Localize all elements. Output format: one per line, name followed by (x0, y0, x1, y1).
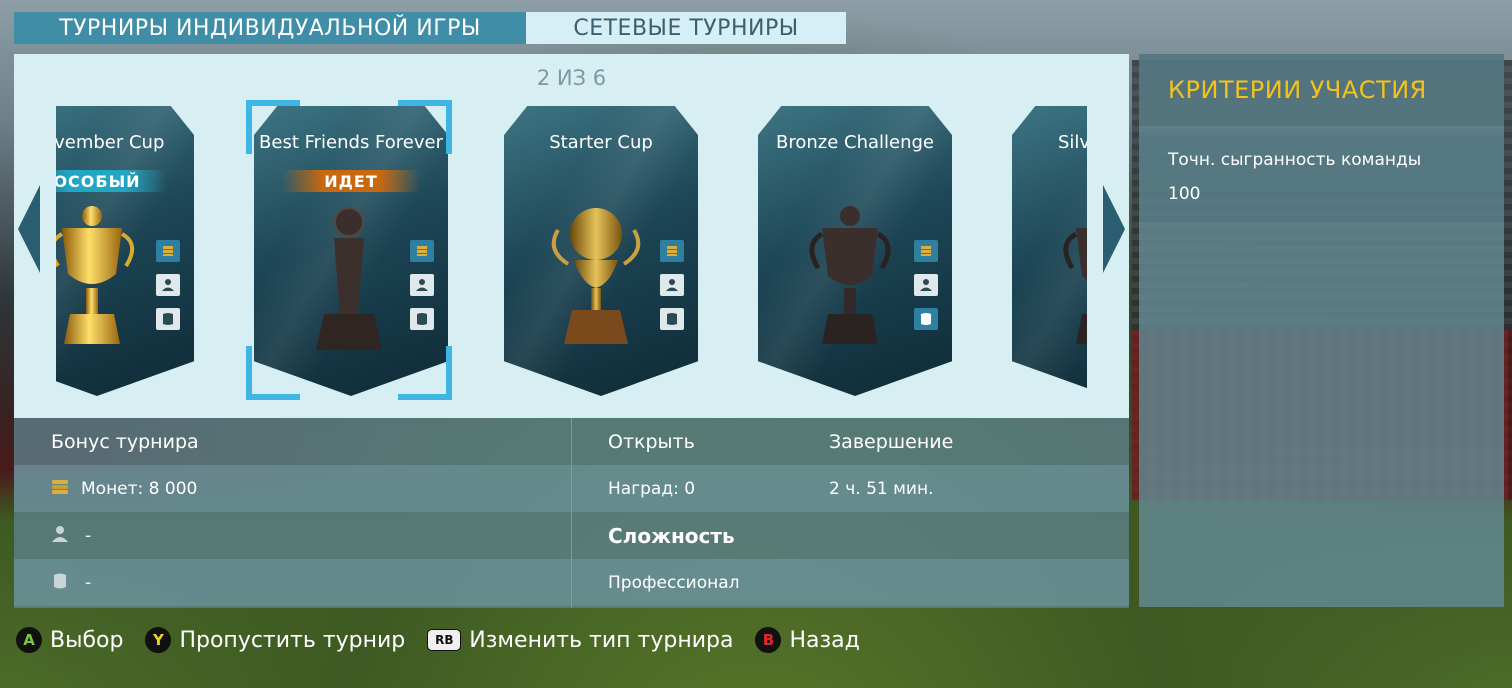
hint-back[interactable]: B Назад (755, 627, 860, 653)
bonus-player-row: - (14, 512, 571, 559)
carousel-next-arrow-icon[interactable] (1103, 185, 1125, 273)
bonus-coins-value: Монет: 8 000 (81, 478, 198, 499)
b-button-icon: B (755, 627, 782, 653)
y-button-icon: Y (145, 627, 172, 653)
tournament-card[interactable]: Silver (1012, 106, 1087, 396)
hint-label: Изменить тип турнира (469, 627, 734, 653)
open-end-header-row: Открыть Завершение (572, 418, 1129, 465)
end-header: Завершение (829, 430, 954, 453)
selection-corner-bottom-left-icon (246, 346, 300, 400)
kit-icon (410, 308, 434, 330)
open-header: Открыть (608, 430, 695, 453)
open-end-value-row: Наград: 0 2 ч. 51 мин. (572, 465, 1129, 512)
card-badge-ongoing: ИДЕТ (282, 170, 420, 192)
player-icon (14, 525, 69, 547)
hint-label: Назад (789, 627, 860, 653)
tournament-card[interactable]: Bronze Challenge (758, 106, 952, 396)
card-badge-special: ОСОБЫЙ (56, 170, 166, 192)
hint-skip-tournament[interactable]: Y Пропустить турнир (145, 627, 405, 653)
difficulty-header: Сложность (608, 523, 735, 548)
selection-corner-top-right-icon (398, 100, 452, 154)
criteria-label: Точн. сыгранность команды (1168, 150, 1422, 170)
card-title: Bronze Challenge (775, 132, 934, 153)
details-right-column: Открыть Завершение Наград: 0 2 ч. 51 мин… (572, 418, 1129, 608)
card-title: Starter Cup (549, 132, 653, 153)
selection-corner-bottom-right-icon (398, 346, 452, 400)
tab-online[interactable]: СЕТЕВЫЕ ТУРНИРЫ (526, 12, 846, 44)
tab-single-player[interactable]: ТУРНИРЫ ИНДИВИДУАЛЬНОЙ ИГРЫ (14, 12, 526, 44)
card-title: Silver (1058, 132, 1087, 153)
player-icon (410, 274, 434, 296)
coins-icon (14, 478, 69, 500)
criteria-value: 100 (1168, 184, 1201, 204)
criteria-header: КРИТЕРИИ УЧАСТИЯ (1139, 54, 1504, 126)
difficulty-value: Профессионал (608, 572, 740, 593)
button-hints-bar: A Выбор Y Пропустить турнир RB Изменить … (16, 624, 882, 656)
criteria-title: КРИТЕРИИ УЧАСТИЯ (1168, 76, 1427, 104)
dark-trophy-icon (316, 207, 382, 350)
a-button-icon: A (16, 627, 42, 653)
end-value: 2 ч. 51 мин. (829, 478, 934, 499)
player-icon (914, 274, 938, 296)
coins-icon (660, 240, 684, 262)
selection-corner-top-left-icon (246, 100, 300, 154)
tournament-details-panel: Бонус турнира Монет: 8 000 - - Открыть З… (14, 418, 1129, 608)
tournament-card[interactable]: Starter Cup (504, 106, 698, 396)
tournament-type-tabs: ТУРНИРЫ ИНДИВИДУАЛЬНОЙ ИГРЫ СЕТЕВЫЕ ТУРН… (14, 12, 846, 44)
criteria-panel: КРИТЕРИИ УЧАСТИЯ Точн. сыгранность коман… (1139, 54, 1504, 607)
difficulty-header-row: Сложность (572, 512, 1129, 559)
bonus-header-row: Бонус турнира (14, 418, 571, 465)
cards-viewport: November Cup ОСОБЫЙ (56, 54, 1087, 418)
card-title: November Cup (56, 132, 165, 153)
tournament-carousel: 2 ИЗ 6 November Cup ОСОБЫЙ (14, 54, 1129, 418)
kit-icon (660, 308, 684, 330)
bonus-header: Бонус турнира (51, 430, 199, 453)
dark-cup-trophy-icon (809, 206, 891, 344)
hint-label: Пропустить турнир (179, 627, 406, 653)
criteria-item: Точн. сыгранность команды 100 (1139, 136, 1504, 222)
kit-icon (14, 572, 67, 594)
difficulty-value-row: Профессионал (572, 559, 1129, 606)
hint-select[interactable]: A Выбор (16, 627, 123, 653)
kit-icon (156, 308, 180, 330)
gold-trophy-icon (56, 206, 134, 344)
player-icon (660, 274, 684, 296)
rb-button-icon: RB (427, 629, 462, 651)
bonus-player-value: - (85, 525, 92, 546)
player-icon (156, 274, 180, 296)
bonus-kit-row: - (14, 559, 571, 606)
coins-icon (156, 240, 180, 262)
carousel-prev-arrow-icon[interactable] (18, 185, 40, 273)
coins-icon (410, 240, 434, 262)
bonus-coins-row: Монет: 8 000 (14, 465, 571, 512)
kit-icon (914, 308, 938, 330)
dark-cup-trophy-icon (1063, 228, 1087, 344)
bonus-kit-value: - (85, 572, 92, 593)
coins-icon (914, 240, 938, 262)
hint-label: Выбор (50, 627, 124, 653)
tournament-card[interactable]: November Cup ОСОБЫЙ (56, 106, 194, 396)
hint-change-type[interactable]: RB Изменить тип турнира (427, 628, 733, 653)
open-value: Наград: 0 (608, 478, 696, 499)
gold-ball-trophy-icon (551, 208, 641, 344)
